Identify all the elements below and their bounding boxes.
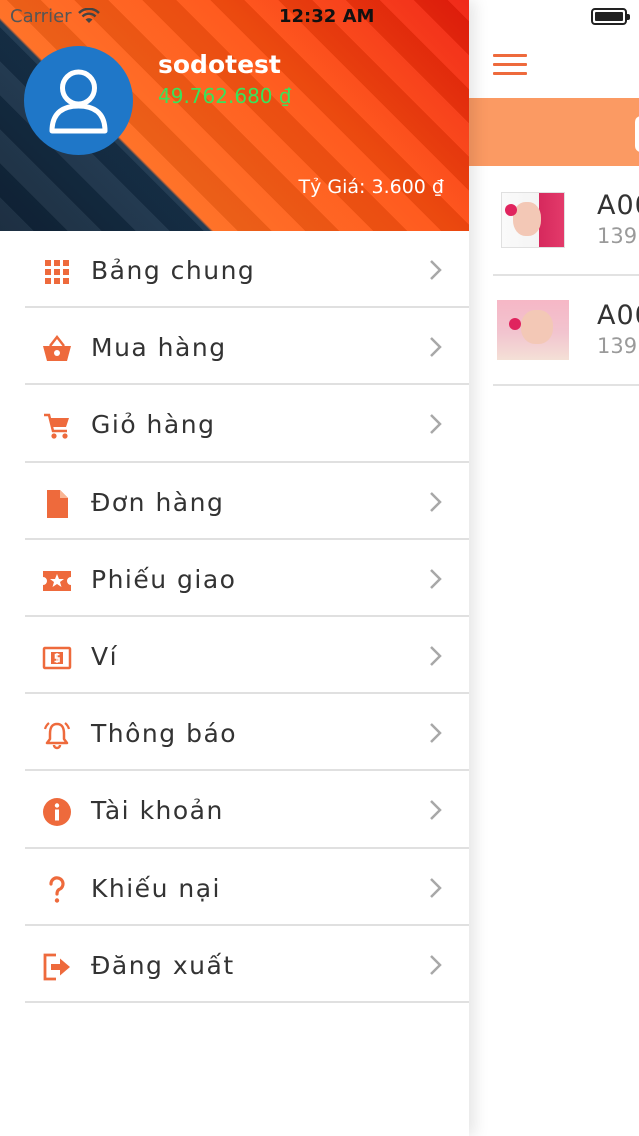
chevron-right-icon: [430, 337, 442, 358]
question-icon: [49, 875, 65, 903]
product-code: A00: [597, 300, 639, 331]
user-icon: [49, 69, 108, 134]
menu-label: Thông báo: [91, 719, 238, 749]
menu-toggle-icon[interactable]: [493, 54, 527, 76]
search-input[interactable]: [635, 116, 639, 152]
main-content: A00 139. A00 139.: [469, 0, 639, 1136]
chevron-right-icon: [430, 954, 442, 975]
basket-icon: [43, 335, 71, 362]
menu-item-complaints[interactable]: Khiếu nại: [0, 849, 469, 926]
chevron-right-icon: [430, 800, 442, 821]
menu-item-buy[interactable]: Mua hàng: [0, 308, 469, 386]
document-icon: [47, 489, 68, 518]
clock: 12:32 AM: [279, 6, 375, 27]
ticket-star-icon: [43, 570, 71, 591]
menu-item-wallet[interactable]: Ví: [0, 617, 469, 695]
chevron-right-icon: [430, 646, 442, 666]
avatar[interactable]: [24, 46, 133, 155]
product-row[interactable]: A00 139.: [493, 166, 639, 276]
username: sodotest: [158, 50, 281, 79]
grid-icon: [45, 260, 69, 284]
wallet-dollar-icon: [42, 646, 72, 670]
product-price: 139.: [597, 224, 639, 248]
chevron-right-icon: [430, 723, 442, 744]
chevron-right-icon: [430, 877, 442, 898]
chevron-right-icon: [430, 260, 442, 280]
drawer-menu: Bảng chung Mua hàng Giỏ hàng Đơn hàng Ph…: [0, 231, 469, 1004]
product-code: A00: [597, 190, 639, 221]
status-bar: Carrier 12:32 AM: [0, 0, 639, 34]
alarm-bell-icon: [43, 722, 71, 750]
chevron-right-icon: [430, 568, 442, 589]
account-balance: 49.762.680 ₫: [158, 84, 292, 108]
menu-label: Giỏ hàng: [91, 410, 216, 440]
product-image: [495, 188, 571, 252]
product-price: 139.: [597, 334, 639, 358]
menu-item-logout[interactable]: Đăng xuất: [0, 926, 469, 1004]
side-drawer: sodotest 49.762.680 ₫ Tỷ Giá: 3.600 ₫ Bả…: [0, 0, 469, 1136]
product-row[interactable]: A00 139.: [493, 276, 639, 386]
menu-item-orders[interactable]: Đơn hàng: [0, 463, 469, 540]
menu-item-delivery[interactable]: Phiếu giao: [0, 540, 469, 618]
chevron-right-icon: [430, 491, 442, 512]
carrier-label: Carrier: [10, 6, 72, 27]
menu-label: Đơn hàng: [91, 487, 225, 517]
profile-header: sodotest 49.762.680 ₫ Tỷ Giá: 3.600 ₫: [0, 0, 469, 231]
cart-icon: [44, 414, 69, 439]
battery-icon: [591, 8, 630, 25]
menu-label: Ví: [91, 641, 119, 671]
menu-label: Tài khoản: [91, 796, 224, 826]
app-screen: A00 139. A00 139. sodotest 49.762.680 ₫ …: [0, 0, 639, 1136]
exchange-rate: Tỷ Giá: 3.600 ₫: [298, 176, 445, 198]
menu-label: Bảng chung: [91, 256, 256, 285]
menu-item-cart[interactable]: Giỏ hàng: [0, 385, 469, 463]
logout-icon: [43, 953, 70, 981]
menu-item-dashboard[interactable]: Bảng chung: [0, 231, 469, 309]
menu-item-account[interactable]: Tài khoản: [0, 771, 469, 849]
info-icon: [43, 798, 71, 827]
chevron-right-icon: [430, 414, 442, 435]
wifi-icon: [78, 8, 100, 23]
menu-item-notifications[interactable]: Thông báo: [0, 694, 469, 772]
menu-label: Khiếu nại: [91, 873, 221, 903]
search-band: [469, 98, 639, 166]
menu-label: Phiếu giao: [91, 564, 237, 594]
product-image: [495, 298, 571, 362]
menu-label: Đăng xuất: [91, 950, 235, 980]
menu-label: Mua hàng: [91, 333, 227, 363]
